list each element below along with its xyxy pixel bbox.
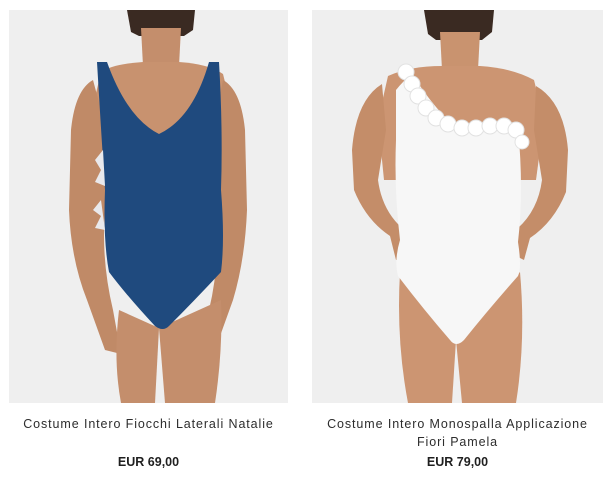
product-card-natalie[interactable]: Costume Intero Fiocchi Laterali Natalie …: [9, 10, 288, 469]
model-photo-white-swimsuit: [312, 10, 603, 403]
product-image-natalie[interactable]: [9, 10, 288, 403]
product-name[interactable]: Costume Intero Fiocchi Laterali Natalie: [9, 415, 288, 433]
product-card-pamela[interactable]: Costume Intero Monospalla Applicazione F…: [312, 10, 603, 469]
product-name[interactable]: Costume Intero Monospalla Applicazione F…: [312, 415, 603, 451]
model-photo-blue-swimsuit: [9, 10, 288, 403]
product-image-pamela[interactable]: [312, 10, 603, 403]
product-price: EUR 69,00: [117, 455, 180, 469]
product-price: EUR 79,00: [426, 455, 489, 469]
